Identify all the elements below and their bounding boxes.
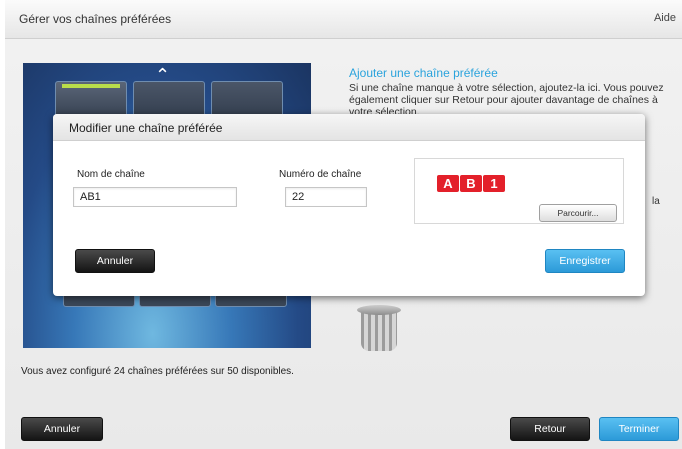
channel-number-label: Numéro de chaîne: [279, 169, 362, 180]
browse-button[interactable]: Parcourir...: [539, 204, 617, 222]
add-favorite-info: Ajouter une chaîne préférée Si une chaîn…: [349, 66, 682, 118]
favorites-screen: Gérer vos chaînes préférées Aide ⌃ 13 22…: [5, 0, 682, 449]
cancel-button[interactable]: Annuler: [21, 417, 103, 441]
channel-logo-box: A B 1 Parcourir...: [414, 158, 624, 224]
logo-letter: B: [460, 175, 482, 192]
page-title: Gérer vos chaînes préférées: [19, 12, 172, 26]
save-button[interactable]: Enregistrer: [545, 249, 625, 273]
status-text: Vous avez configuré 24 chaînes préférées…: [21, 366, 294, 377]
add-favorite-description: Si une chaîne manque à votre sélection, …: [349, 82, 664, 118]
dialog-title: Modifier une chaîne préférée: [69, 121, 223, 135]
add-favorite-heading[interactable]: Ajouter une chaîne préférée: [349, 66, 682, 80]
truncated-text: la: [652, 196, 660, 207]
top-bar: Gérer vos chaînes préférées Aide: [5, 0, 682, 39]
logo-letter: A: [437, 175, 459, 192]
logo-letter: 1: [483, 175, 505, 192]
dialog-title-bar: Modifier une chaîne préférée: [53, 114, 645, 141]
channel-number-input[interactable]: 22: [285, 187, 367, 207]
back-button[interactable]: Retour: [510, 417, 590, 441]
trash-icon[interactable]: [357, 305, 401, 353]
help-link[interactable]: Aide: [654, 12, 676, 24]
channel-name-input[interactable]: AB1: [73, 187, 237, 207]
dialog-cancel-button[interactable]: Annuler: [75, 249, 155, 273]
finish-button[interactable]: Terminer: [599, 417, 679, 441]
edit-favorite-dialog: Modifier une chaîne préférée Nom de chaî…: [53, 114, 645, 296]
channel-logo: A B 1: [437, 175, 505, 192]
channel-name-label: Nom de chaîne: [77, 169, 145, 180]
